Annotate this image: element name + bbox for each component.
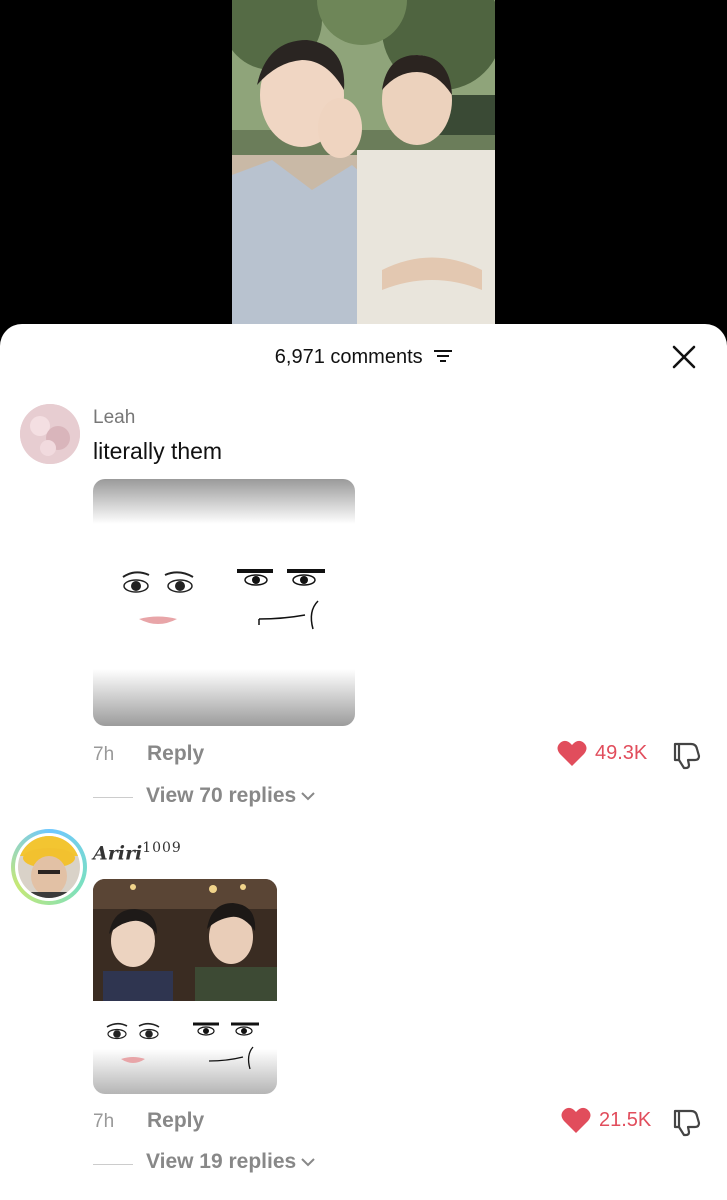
chevron-down-icon [301,792,315,801]
video-thumbnail [232,0,495,340]
comment-item: Leah literally them 7h Reply 49.3K View … [0,400,727,810]
avatar[interactable] [20,404,80,464]
heart-icon[interactable] [561,1107,591,1134]
like-count: 49.3K [595,742,648,764]
comment-count-title: 6,971 comments [0,346,727,369]
photo-with-faces-image [93,879,277,1094]
replies-divider [93,1164,133,1165]
comment-count-label: 6,971 comments [274,346,423,368]
comment-username[interactable]: Ariri1009 [93,840,182,865]
comment-time: 7h [93,744,115,765]
like-count: 21.5K [599,1109,652,1131]
comment-text: literally them [93,438,223,464]
view-replies-label: View 19 replies [146,1150,297,1173]
filter-icon[interactable] [434,349,453,363]
comments-sheet: 6,971 comments Leah literally them 7h Re… [0,324,727,1200]
like-button[interactable]: 49.3K [557,740,647,767]
dislike-icon[interactable] [671,740,701,770]
chevron-down-icon [301,1158,315,1167]
comment-item: Ariri1009 7h Reply 21.5K View 19 replies [0,828,727,1200]
reply-button[interactable]: Reply [147,1109,204,1133]
comment-username[interactable]: Leah [93,407,135,429]
video-frame[interactable] [232,0,495,340]
comment-image[interactable] [93,879,277,1094]
comment-username-sup: 1009 [142,840,182,856]
comment-username-text: Ariri [93,842,143,865]
dislike-icon[interactable] [671,1107,701,1137]
comment-image[interactable] [93,479,355,726]
view-replies-button[interactable]: View 19 replies [146,1150,316,1174]
like-button[interactable]: 21.5K [561,1107,651,1134]
reply-button[interactable]: Reply [147,742,204,766]
avatar[interactable] [11,829,87,905]
view-replies-label: View 70 replies [146,784,297,807]
heart-icon[interactable] [557,740,587,767]
avatar-image [20,404,80,464]
video-player[interactable] [0,0,727,340]
comments-header: 6,971 comments [0,324,727,386]
close-icon[interactable] [671,344,697,370]
avatar-image [18,836,80,898]
comment-time: 7h [93,1111,115,1132]
roblox-faces-image [93,479,355,726]
view-replies-button[interactable]: View 70 replies [146,784,316,808]
replies-divider [93,797,133,798]
